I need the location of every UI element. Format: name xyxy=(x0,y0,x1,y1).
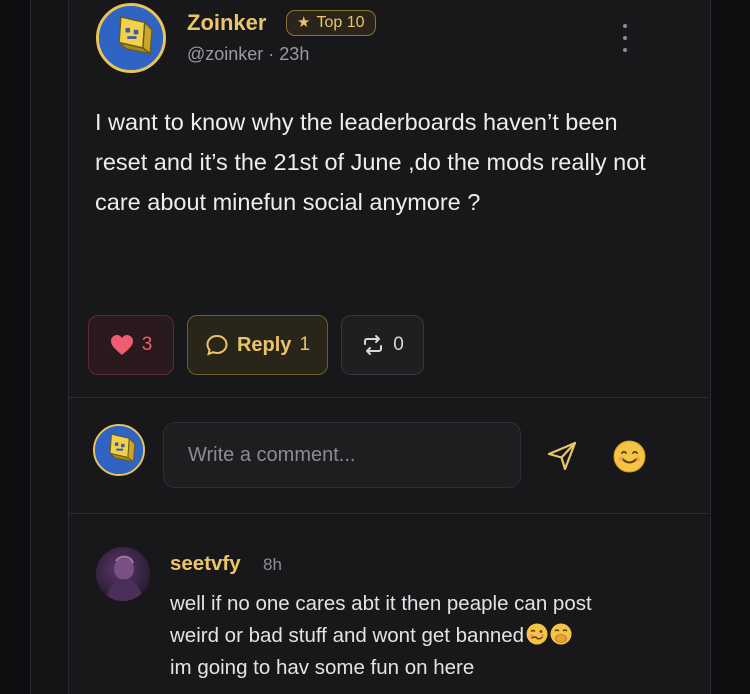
hand-over-mouth-emoji-icon xyxy=(550,623,572,645)
like-count: 3 xyxy=(141,334,153,355)
divider xyxy=(69,397,709,398)
cube-avatar-icon xyxy=(95,426,143,474)
star-icon: ★ xyxy=(297,14,311,31)
repost-button[interactable]: 0 xyxy=(341,315,424,375)
more-vertical-icon[interactable] xyxy=(615,24,635,52)
reply-count: 1 xyxy=(299,334,311,355)
comment-line: well if no one cares abt it then peaple … xyxy=(170,592,592,615)
author-handle-time: @zoinker · 23h xyxy=(187,44,310,64)
repost-count: 0 xyxy=(393,334,404,355)
rank-badge-label: Top 10 xyxy=(316,14,365,31)
cube-avatar-icon xyxy=(99,6,163,70)
page: Zoinker ★ Top 10 @zoinker · 23h I want t… xyxy=(0,0,750,694)
rank-badge: ★ Top 10 xyxy=(286,10,376,36)
comment-line-with-emoji: weird or bad stuff and wont get banned xyxy=(170,620,670,652)
send-icon[interactable] xyxy=(546,440,578,472)
comment-author[interactable]: seetvfy xyxy=(170,552,241,576)
divider xyxy=(69,513,709,514)
comment-body: well if no one cares abt it then peaple … xyxy=(170,588,670,684)
comment-input[interactable] xyxy=(163,422,521,488)
reply-label: Reply xyxy=(236,333,292,356)
smiley-emoji-icon[interactable] xyxy=(613,440,646,473)
author-name[interactable]: Zoinker xyxy=(187,10,266,36)
comment-line: weird or bad stuff and wont get banned xyxy=(170,624,525,647)
repost-icon xyxy=(364,335,383,355)
heart-icon xyxy=(110,335,133,355)
woozy-face-emoji-icon xyxy=(526,623,548,645)
commenter-avatar-image xyxy=(106,555,142,601)
comment-line: im going to hav some fun on here xyxy=(170,656,475,679)
like-button[interactable]: 3 xyxy=(88,315,174,375)
post-body: I want to know why the leaderboards have… xyxy=(95,109,646,215)
left-rail xyxy=(0,0,31,694)
author-avatar[interactable] xyxy=(96,3,166,73)
reply-button[interactable]: Reply 1 xyxy=(187,315,328,375)
speech-bubble-icon xyxy=(206,334,228,356)
current-user-avatar xyxy=(93,424,145,476)
right-rail xyxy=(709,0,750,694)
comment-time: 8h xyxy=(263,555,282,574)
commenter-avatar[interactable] xyxy=(96,547,150,601)
